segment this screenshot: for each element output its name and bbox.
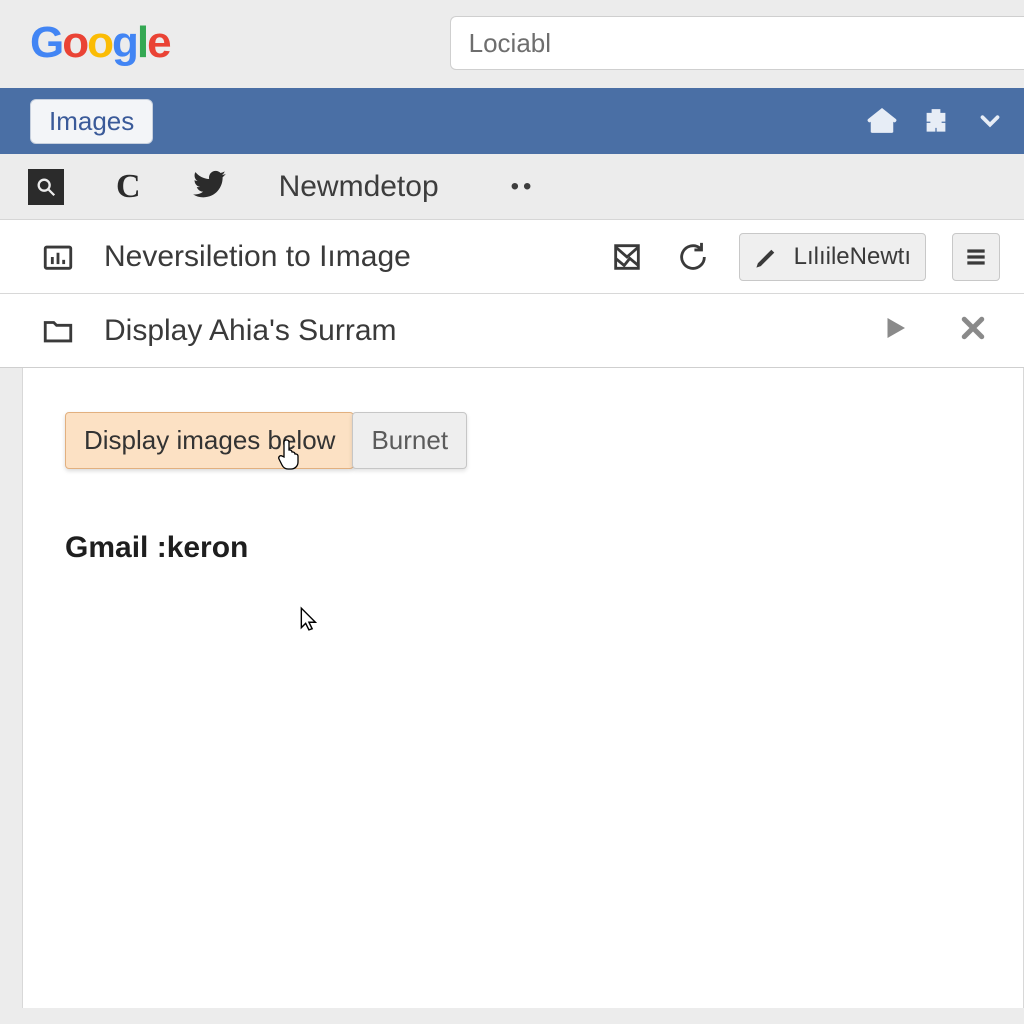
title-row-1: Neversiletion to Iımage LılıileNewtı bbox=[0, 220, 1024, 294]
refresh-icon[interactable] bbox=[673, 240, 713, 274]
chevron-down-icon[interactable] bbox=[972, 103, 1008, 139]
images-tab-label: Images bbox=[49, 106, 134, 136]
edit-button-label: LılıileNewtı bbox=[794, 243, 911, 271]
menu-icon[interactable] bbox=[952, 233, 1000, 281]
tool-strip: C Newmdetop •• bbox=[0, 154, 1024, 220]
twitter-icon[interactable] bbox=[193, 167, 227, 206]
button-row: Display images below Burnet bbox=[65, 412, 981, 469]
search-input[interactable]: Lociabl bbox=[450, 16, 1024, 70]
chart-folder-icon bbox=[38, 240, 78, 274]
content-wrap: Display images below Burnet Gmail :keron bbox=[0, 368, 1024, 1008]
top-header: Google Lociabl bbox=[0, 0, 1024, 88]
play-icon[interactable] bbox=[880, 313, 910, 348]
inbox-icon[interactable] bbox=[607, 240, 647, 274]
pencil-icon bbox=[754, 244, 780, 270]
google-logo: Google bbox=[30, 21, 170, 65]
content-pane: Display images below Burnet Gmail :keron bbox=[22, 368, 1024, 1008]
blue-nav-bar: Images bbox=[0, 88, 1024, 154]
toolstrip-label: Newmdetop bbox=[279, 170, 439, 204]
burnet-label: Burnet bbox=[371, 425, 448, 455]
row2-title: Display Ahia's Surram bbox=[104, 314, 854, 348]
more-icon[interactable]: •• bbox=[491, 173, 536, 201]
home-icon[interactable] bbox=[864, 103, 900, 139]
close-icon[interactable] bbox=[958, 313, 988, 348]
edit-button[interactable]: LılıileNewtı bbox=[739, 233, 926, 281]
display-images-label: Display images below bbox=[84, 425, 335, 455]
extension-icon[interactable] bbox=[918, 103, 954, 139]
content-heading: Gmail :keron bbox=[65, 531, 981, 565]
search-icon[interactable] bbox=[28, 169, 64, 205]
folder-icon bbox=[38, 314, 78, 348]
c-icon[interactable]: C bbox=[116, 168, 141, 206]
title-row-2: Display Ahia's Surram bbox=[0, 294, 1024, 368]
display-images-button[interactable]: Display images below bbox=[65, 412, 354, 469]
cursor-arrow-icon bbox=[299, 606, 321, 632]
burnet-button[interactable]: Burnet bbox=[352, 412, 467, 469]
row1-title: Neversiletion to Iımage bbox=[104, 240, 581, 274]
images-tab-button[interactable]: Images bbox=[30, 99, 153, 144]
search-value: Lociabl bbox=[469, 28, 551, 59]
